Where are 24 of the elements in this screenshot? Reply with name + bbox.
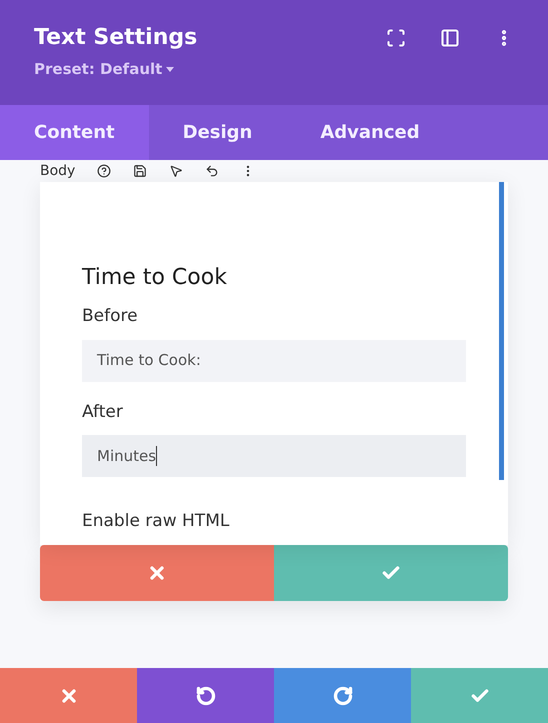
scrollbar-thumb[interactable]: [499, 182, 504, 480]
field-label: After: [82, 400, 124, 424]
tab[interactable]: Advanced: [286, 105, 454, 160]
tab[interactable]: Design: [148, 105, 286, 160]
caret-icon: [166, 66, 174, 72]
toolbar-label: Body: [40, 162, 76, 180]
save-icon[interactable]: [133, 164, 148, 178]
panel-title: Text Settings: [34, 24, 198, 52]
undo-button[interactable]: [137, 668, 274, 723]
pointer-icon[interactable]: [169, 164, 184, 178]
field-label: Before: [82, 305, 139, 328]
sidebar-icon[interactable]: [440, 28, 460, 48]
text-field[interactable]: Time to Cook:: [82, 340, 466, 382]
focus-icon[interactable]: [386, 28, 406, 48]
card-heading: Time to Cook: [82, 264, 228, 292]
redo-button[interactable]: [274, 668, 411, 723]
redo-icon: [332, 686, 352, 706]
tab[interactable]: Content: [0, 105, 149, 160]
preset-dropdown[interactable]: Preset: Default: [34, 58, 174, 80]
help-icon[interactable]: [97, 164, 112, 178]
undo-icon: [196, 686, 216, 706]
undo-icon[interactable]: [205, 164, 220, 178]
option-label: Enable raw HTML: [82, 510, 230, 533]
text-field[interactable]: Minutes: [82, 435, 466, 477]
